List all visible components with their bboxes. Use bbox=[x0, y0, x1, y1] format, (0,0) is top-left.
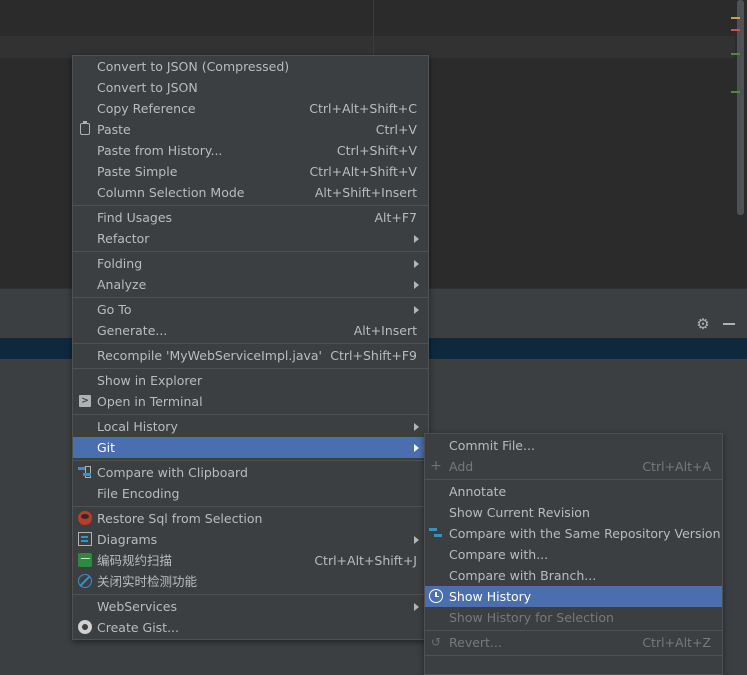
submenu-arrow-icon bbox=[414, 536, 419, 544]
menu-item-git[interactable]: Git bbox=[73, 437, 428, 458]
menu-item-realtime-detect[interactable]: 关闭实时检测功能 bbox=[73, 571, 428, 592]
menu-item-go-to[interactable]: Go To bbox=[73, 299, 428, 320]
minimize-icon[interactable] bbox=[722, 316, 736, 332]
menu-separator bbox=[73, 414, 428, 415]
menu-item-create-gist[interactable]: Create Gist... bbox=[73, 617, 428, 638]
change-marker[interactable] bbox=[731, 91, 740, 93]
editor-scrollbar-thumb[interactable] bbox=[737, 0, 744, 215]
editor-line-area bbox=[0, 0, 735, 36]
menu-item-compare-with-clipboard[interactable]: Compare with Clipboard bbox=[73, 462, 428, 483]
git-item-show-history[interactable]: Show History bbox=[425, 586, 722, 607]
menu-item-paste-simple[interactable]: Paste Simple Ctrl+Alt+Shift+V bbox=[73, 161, 428, 182]
menu-separator bbox=[73, 251, 428, 252]
gear-icon[interactable]: ⚙ bbox=[695, 316, 711, 332]
menu-separator bbox=[73, 594, 428, 595]
editor-context-menu: Convert to JSON (Compressed) Convert to … bbox=[72, 55, 429, 640]
submenu-arrow-icon bbox=[414, 423, 419, 431]
submenu-arrow-icon bbox=[414, 444, 419, 452]
menu-separator bbox=[425, 655, 722, 656]
submenu-arrow-icon bbox=[414, 603, 419, 611]
warning-marker[interactable] bbox=[731, 17, 740, 19]
git-item-commit-file[interactable]: Commit File... bbox=[425, 435, 722, 456]
submenu-arrow-icon bbox=[414, 235, 419, 243]
editor-right-margin-guide bbox=[373, 0, 374, 56]
git-item-compare-with[interactable]: Compare with... bbox=[425, 544, 722, 565]
menu-separator bbox=[425, 479, 722, 480]
menu-item-refactor[interactable]: Refactor bbox=[73, 228, 428, 249]
git-item-compare-same-repo[interactable]: Compare with the Same Repository Version bbox=[425, 523, 722, 544]
menu-item-recompile[interactable]: Recompile 'MyWebServiceImpl.java' Ctrl+S… bbox=[73, 345, 428, 366]
menu-separator bbox=[425, 630, 722, 631]
menu-item-paste-from-history[interactable]: Paste from History... Ctrl+Shift+V bbox=[73, 140, 428, 161]
menu-item-open-in-terminal[interactable]: > Open in Terminal bbox=[73, 391, 428, 412]
menu-item-column-selection-mode[interactable]: Column Selection Mode Alt+Shift+Insert bbox=[73, 182, 428, 203]
terminal-icon: > bbox=[79, 395, 91, 407]
menu-item-generate[interactable]: Generate... Alt+Insert bbox=[73, 320, 428, 341]
menu-item-file-encoding[interactable]: File Encoding bbox=[73, 483, 428, 504]
menu-separator bbox=[73, 343, 428, 344]
submenu-arrow-icon bbox=[414, 281, 419, 289]
menu-item-local-history[interactable]: Local History bbox=[73, 416, 428, 437]
menu-item-code-scan[interactable]: 编码规约扫描 Ctrl+Alt+Shift+J bbox=[73, 550, 428, 571]
sql-icon bbox=[78, 511, 92, 525]
compare-icon bbox=[78, 465, 92, 479]
scan-icon bbox=[78, 553, 92, 567]
diagram-icon bbox=[78, 532, 92, 546]
plus-icon: + bbox=[430, 458, 442, 474]
menu-item-copy-reference[interactable]: Copy Reference Ctrl+Alt+Shift+C bbox=[73, 98, 428, 119]
git-submenu: Commit File... + Add Ctrl+Alt+A Annotate… bbox=[424, 433, 723, 675]
menu-separator bbox=[73, 460, 428, 461]
menu-item-convert-json[interactable]: Convert to JSON bbox=[73, 77, 428, 98]
github-icon bbox=[78, 620, 92, 634]
submenu-arrow-icon bbox=[414, 260, 419, 268]
submenu-arrow-icon bbox=[414, 306, 419, 314]
git-item-show-history-selection[interactable]: Show History for Selection bbox=[425, 607, 722, 628]
git-item-show-current-revision[interactable]: Show Current Revision bbox=[425, 502, 722, 523]
menu-separator bbox=[73, 368, 428, 369]
menu-item-webservices[interactable]: WebServices bbox=[73, 596, 428, 617]
clock-icon bbox=[429, 589, 443, 603]
change-marker[interactable] bbox=[731, 53, 740, 55]
compare-icon bbox=[429, 526, 443, 540]
menu-separator bbox=[73, 205, 428, 206]
menu-separator bbox=[73, 506, 428, 507]
menu-item-find-usages[interactable]: Find Usages Alt+F7 bbox=[73, 207, 428, 228]
menu-item-folding[interactable]: Folding bbox=[73, 253, 428, 274]
git-item-add[interactable]: + Add Ctrl+Alt+A bbox=[425, 456, 722, 477]
disable-icon bbox=[78, 574, 92, 588]
menu-item-diagrams[interactable]: Diagrams bbox=[73, 529, 428, 550]
menu-item-convert-json-compressed[interactable]: Convert to JSON (Compressed) bbox=[73, 56, 428, 77]
error-marker[interactable] bbox=[731, 29, 740, 31]
git-item-compare-branch[interactable]: Compare with Branch... bbox=[425, 565, 722, 586]
menu-item-paste[interactable]: Paste Ctrl+V bbox=[73, 119, 428, 140]
menu-item-show-in-explorer[interactable]: Show in Explorer bbox=[73, 370, 428, 391]
menu-separator bbox=[73, 297, 428, 298]
menu-item-analyze[interactable]: Analyze bbox=[73, 274, 428, 295]
revert-icon: ↺ bbox=[430, 635, 442, 649]
menu-item-restore-sql[interactable]: Restore Sql from Selection bbox=[73, 508, 428, 529]
clipboard-icon bbox=[80, 121, 90, 135]
git-item-annotate[interactable]: Annotate bbox=[425, 481, 722, 502]
git-item-revert[interactable]: ↺ Revert... Ctrl+Alt+Z bbox=[425, 632, 722, 653]
